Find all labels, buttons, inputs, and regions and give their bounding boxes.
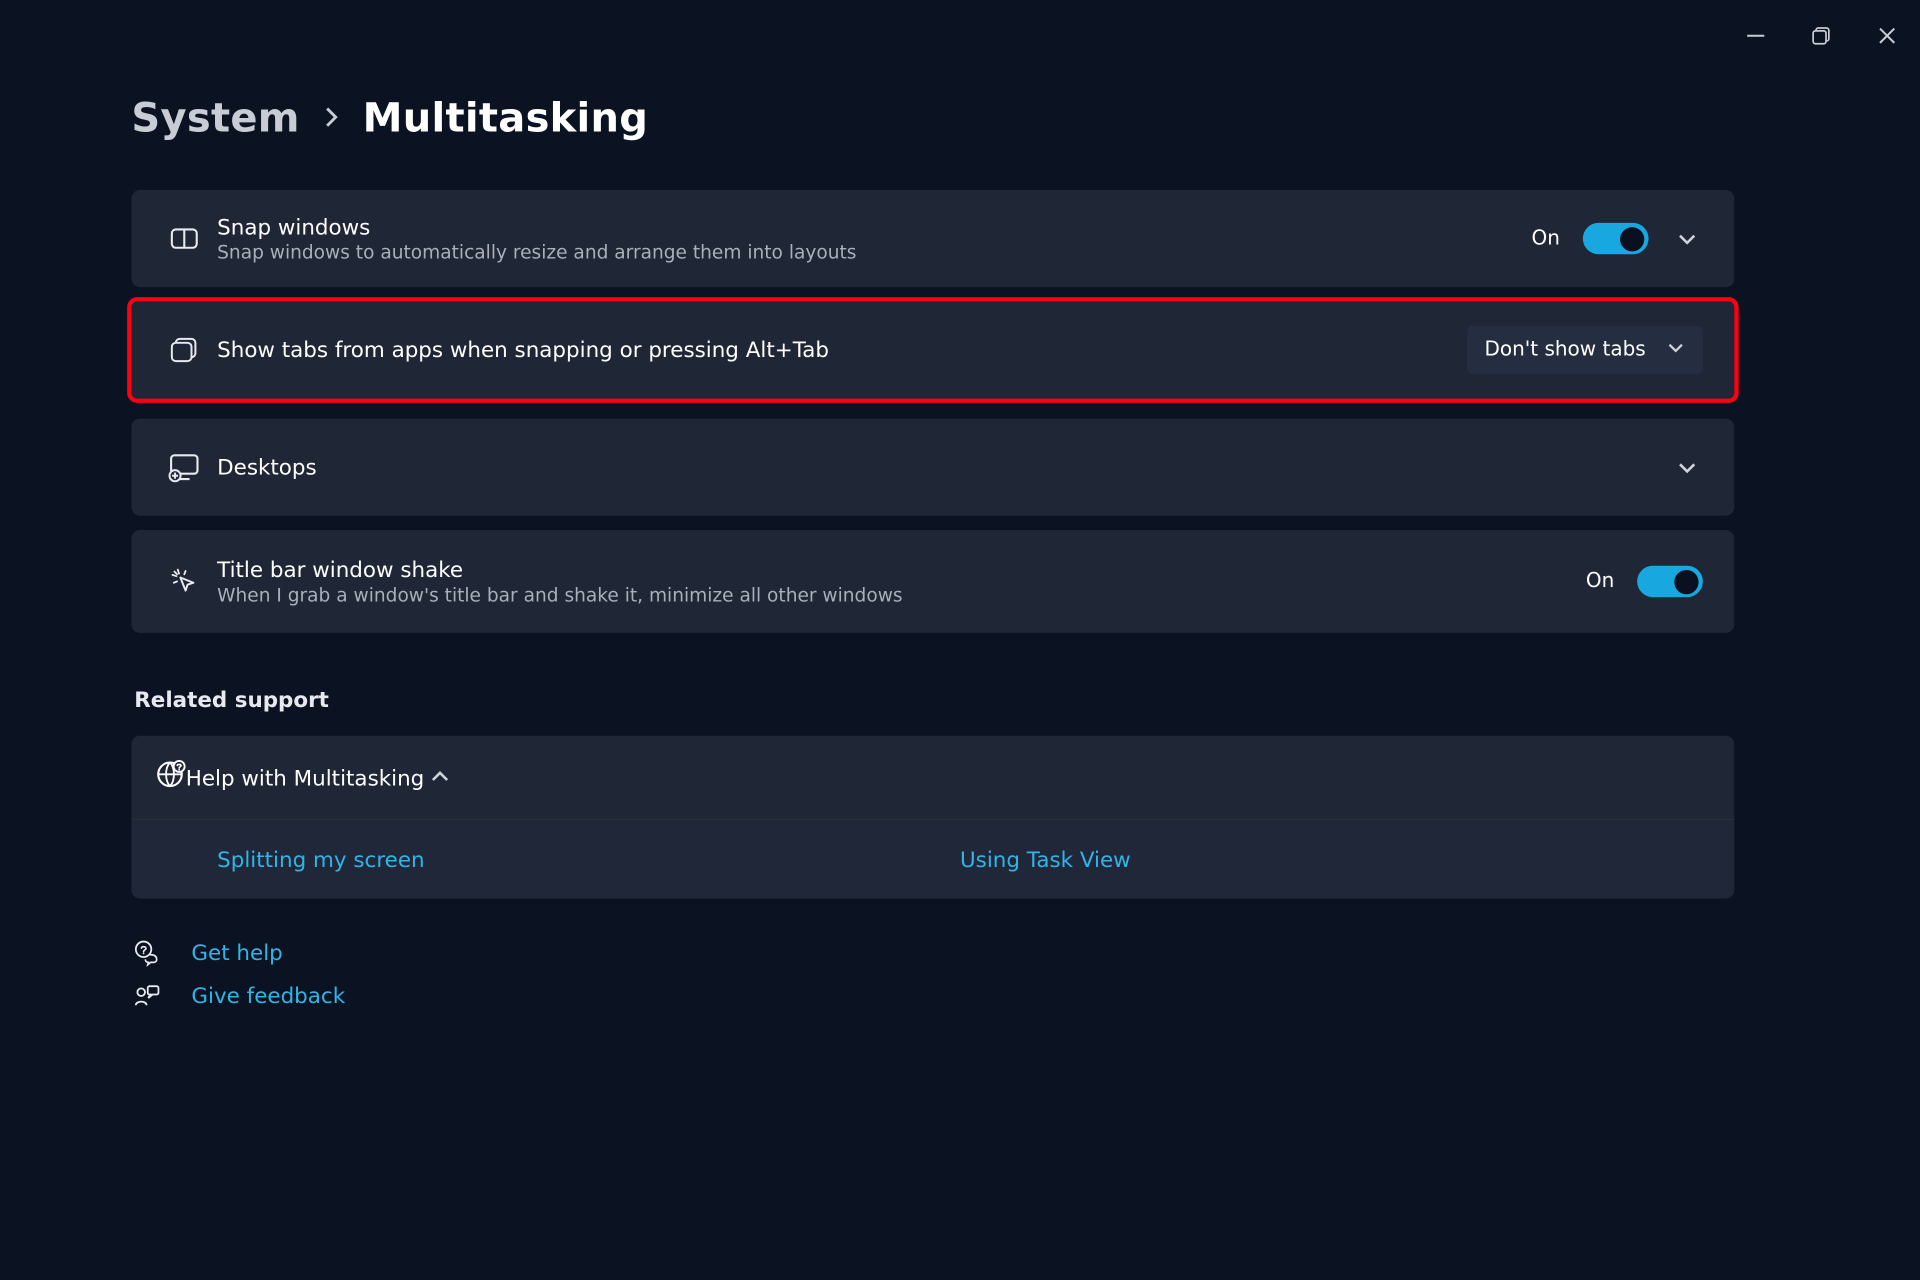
link-using-task-view[interactable]: Using Task View — [960, 847, 1131, 873]
cursor-click-icon — [154, 566, 214, 597]
feedback-person-icon — [131, 981, 162, 1010]
setting-description: When I grab a window's title bar and sha… — [217, 585, 1586, 606]
get-help-link[interactable]: Get help — [131, 939, 1734, 968]
window-titlebar — [0, 0, 1920, 57]
link-label: Give feedback — [191, 983, 345, 1009]
setting-snap-windows[interactable]: Snap windows Snap windows to automatical… — [131, 190, 1734, 287]
title-bar-shake-toggle[interactable] — [1637, 566, 1703, 597]
expand-button[interactable] — [1671, 451, 1702, 482]
chevron-up-icon — [429, 766, 452, 789]
breadcrumb: System Multitasking — [131, 94, 1734, 141]
desktops-icon — [154, 450, 214, 484]
breadcrumb-current: Multitasking — [363, 94, 649, 141]
chevron-down-icon — [1676, 227, 1699, 250]
expand-button[interactable] — [1671, 223, 1702, 254]
chevron-right-icon — [320, 101, 343, 135]
help-with-multitasking[interactable]: Help with Multitasking — [131, 736, 1734, 820]
chevron-down-icon — [1676, 456, 1699, 479]
related-support-panel: Help with Multitasking Splitting my scre… — [131, 736, 1734, 899]
toggle-state-label: On — [1532, 227, 1560, 250]
setting-title: Show tabs from apps when snapping or pre… — [217, 337, 1467, 363]
show-tabs-dropdown[interactable]: Don't show tabs — [1467, 326, 1703, 375]
collapse-button[interactable] — [424, 761, 455, 792]
give-feedback-link[interactable]: Give feedback — [131, 981, 1734, 1010]
setting-title: Title bar window shake — [217, 556, 1586, 582]
setting-description: Snap windows to automatically resize and… — [217, 242, 1531, 263]
setting-show-tabs[interactable]: Show tabs from apps when snapping or pre… — [131, 301, 1734, 398]
maximize-icon — [1811, 26, 1831, 46]
setting-title: Desktops — [217, 454, 1671, 480]
related-support-heading: Related support — [134, 687, 1734, 713]
dropdown-selected-value: Don't show tabs — [1484, 339, 1645, 362]
related-support-links: Splitting my screen Using Task View — [131, 820, 1734, 899]
setting-title: Snap windows — [217, 214, 1531, 240]
link-label: Get help — [191, 940, 282, 966]
setting-title-bar-shake[interactable]: Title bar window shake When I grab a win… — [131, 530, 1734, 633]
minimize-icon — [1746, 26, 1766, 46]
minimize-button[interactable] — [1723, 14, 1789, 57]
globe-help-icon — [154, 759, 185, 796]
footer-links: Get help Give feedback — [131, 939, 1734, 1010]
snap-windows-icon — [154, 223, 214, 254]
help-chat-icon — [131, 939, 162, 968]
settings-content: System Multitasking Snap windows Snap wi… — [131, 94, 1734, 1010]
close-button[interactable] — [1854, 14, 1920, 57]
snap-windows-toggle[interactable] — [1583, 223, 1649, 254]
setting-desktops[interactable]: Desktops — [131, 419, 1734, 516]
toggle-state-label: On — [1586, 570, 1614, 593]
maximize-button[interactable] — [1789, 14, 1855, 57]
chevron-down-icon — [1666, 337, 1686, 363]
link-splitting-my-screen[interactable]: Splitting my screen — [217, 847, 424, 873]
close-icon — [1877, 26, 1897, 46]
tabs-icon — [154, 334, 214, 365]
setting-title: Help with Multitasking — [186, 765, 425, 791]
breadcrumb-root[interactable]: System — [131, 94, 299, 141]
